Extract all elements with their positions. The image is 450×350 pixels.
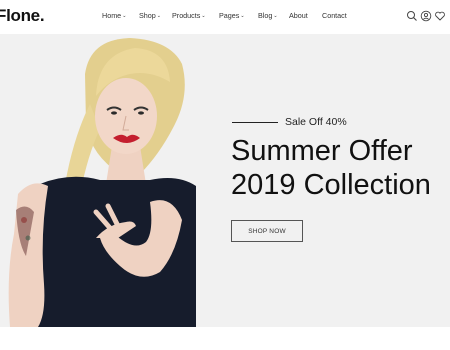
nav-item-contact[interactable]: Contact [322,11,347,20]
shop-now-button[interactable]: SHOP NOW [231,220,303,242]
hero-title-line2: 2019 Collection [231,169,431,201]
nav-item-label: Products [172,11,201,20]
nav-item-label: Home [102,11,122,20]
nav-item-label: Shop [139,11,156,20]
page-bottom-area [0,327,450,350]
nav-item-label: About [289,11,308,20]
hero-title-line1: Summer Offer [231,135,413,167]
chevron-down-icon: ⌄ [240,13,245,19]
hero-title: Summer Offer 2019 Collection [231,134,431,202]
nav-item-home[interactable]: Home⌄ [102,11,126,20]
chevron-down-icon: ⌄ [156,13,161,19]
nav-item-blog[interactable]: Blog⌄ [258,11,278,20]
search-icon[interactable] [406,10,418,22]
hero-banner: Sale Off 40% Summer Offer 2019 Collectio… [0,34,450,327]
nav-item-label: Blog [258,11,273,20]
nav-item-label: Contact [322,11,347,20]
nav-item-label: Pages [219,11,240,20]
nav-item-pages[interactable]: Pages⌄ [219,11,245,20]
sale-text: Sale Off 40% [285,116,347,128]
hero-model-image [0,34,230,327]
heart-icon[interactable] [434,10,446,22]
nav-item-shop[interactable]: Shop⌄ [139,11,161,20]
divider-line [232,121,278,123]
sale-tagline: Sale Off 40% [232,116,347,128]
nav-item-about[interactable]: About [289,11,308,20]
chevron-down-icon: ⌄ [201,13,206,19]
user-icon[interactable] [420,10,432,22]
logo[interactable]: Flone. [0,6,45,26]
site-header: Flone. Home⌄ Shop⌄ Products⌄ Pages⌄ Blog… [0,0,450,34]
chevron-down-icon: ⌄ [273,13,278,19]
chevron-down-icon: ⌄ [122,13,127,19]
nav-item-products[interactable]: Products⌄ [172,11,206,20]
